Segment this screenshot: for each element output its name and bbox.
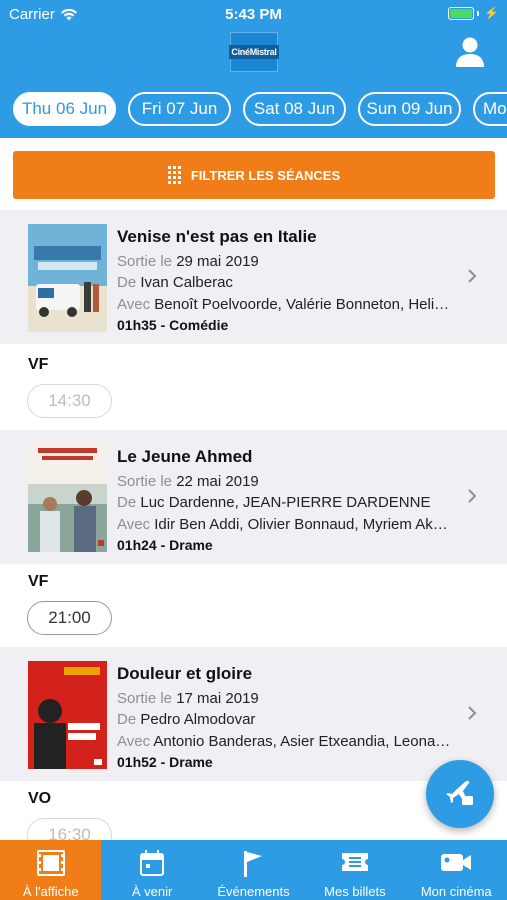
bottom-tab-bar: À l'affiche À venir Événements Mes bille… bbox=[0, 840, 507, 900]
tab-events[interactable]: Événements bbox=[203, 840, 304, 900]
movie-duration-genre: 01h52 - Drame bbox=[117, 754, 213, 770]
movie-release: Sortie le 17 mai 2019 bbox=[117, 690, 259, 707]
calendar-icon bbox=[140, 850, 165, 876]
date-tab-sun[interactable]: Sun 09 Jun bbox=[358, 92, 461, 126]
movie-title: Le Jeune Ahmed bbox=[117, 447, 253, 466]
tab-label: À venir bbox=[131, 884, 173, 899]
date-tab-mon[interactable]: Mon bbox=[473, 92, 507, 126]
movie-list[interactable]: Venise n'est pas en Italie Sortie le 29 … bbox=[0, 210, 507, 840]
movie-poster bbox=[28, 224, 107, 332]
movie-release: Sortie le 29 mai 2019 bbox=[117, 253, 259, 270]
movie-cast: Avec Benoît Poelvoorde, Valérie Bonneton… bbox=[117, 296, 450, 313]
tab-now-showing[interactable]: À l'affiche bbox=[0, 840, 102, 900]
movie-title: Venise n'est pas en Italie bbox=[117, 227, 317, 246]
movie-poster bbox=[28, 661, 107, 769]
cinema-logo: CinéMistral bbox=[229, 32, 279, 72]
showtime-button[interactable]: 14:30 bbox=[27, 384, 112, 418]
user-account-icon[interactable] bbox=[455, 36, 485, 68]
chevron-right-icon bbox=[468, 489, 477, 503]
movie-director: De Ivan Calberac bbox=[117, 274, 233, 291]
movie-duration-genre: 01h35 - Comédie bbox=[117, 317, 229, 333]
movie-poster bbox=[28, 444, 107, 552]
movie-card[interactable]: Le Jeune Ahmed Sortie le 22 mai 2019 De … bbox=[0, 430, 507, 564]
tab-label: À l'affiche bbox=[22, 884, 79, 899]
camera-icon bbox=[441, 854, 472, 871]
movie-cast: Avec Antonio Banderas, Asier Etxeandia, … bbox=[117, 733, 451, 750]
movie-cast: Avec Idir Ben Addi, Olivier Bonnaud, Myr… bbox=[117, 516, 448, 533]
tab-coming-soon[interactable]: À venir bbox=[101, 840, 202, 900]
grid-icon bbox=[167, 165, 183, 185]
movie-director: De Luc Dardenne, JEAN-PIERRE DARDENNE bbox=[117, 494, 431, 511]
filter-sessions-button[interactable]: FILTRER LES SÉANCES bbox=[13, 151, 495, 199]
version-label: VF bbox=[28, 573, 49, 590]
movie-title: Douleur et gloire bbox=[117, 664, 253, 683]
chevron-right-icon bbox=[468, 706, 477, 720]
app-header: Carrier 5:43 PM ⚡ CinéMistral Thu 06 Jun… bbox=[0, 0, 507, 138]
date-selector: Thu 06 Jun Fri 07 Jun Sat 08 Jun Sun 09 … bbox=[0, 92, 507, 128]
movie-duration-genre: 01h24 - Drame bbox=[117, 537, 213, 553]
film-icon bbox=[36, 850, 65, 876]
version-label: VF bbox=[28, 356, 49, 373]
showtime-button[interactable]: 16:30 bbox=[27, 818, 112, 840]
clock: 5:43 PM bbox=[225, 6, 282, 23]
tab-my-cinema[interactable]: Mon cinéma bbox=[406, 840, 507, 900]
tab-my-tickets[interactable]: Mes billets bbox=[304, 840, 405, 900]
movie-release: Sortie le 22 mai 2019 bbox=[117, 473, 259, 490]
date-tab-sat[interactable]: Sat 08 Jun bbox=[243, 92, 346, 126]
version-label: VO bbox=[28, 790, 52, 807]
status-bar: Carrier 5:43 PM ⚡ bbox=[0, 0, 507, 30]
tab-label: Mon cinéma bbox=[420, 884, 492, 899]
movie-director: De Pedro Almodovar bbox=[117, 711, 256, 728]
filter-label: FILTRER LES SÉANCES bbox=[190, 167, 341, 183]
showtime-button[interactable]: 21:00 bbox=[27, 601, 112, 635]
plane-ticket-icon bbox=[446, 780, 473, 805]
battery-icon: ⚡ bbox=[448, 6, 499, 20]
tab-label: Mes billets bbox=[324, 884, 386, 899]
ticket-icon bbox=[341, 853, 368, 871]
movie-card[interactable]: Douleur et gloire Sortie le 17 mai 2019 … bbox=[0, 647, 507, 781]
movie-card[interactable]: Venise n'est pas en Italie Sortie le 29 … bbox=[0, 210, 507, 344]
date-tab-thu[interactable]: Thu 06 Jun bbox=[13, 92, 116, 126]
tab-label: Événements bbox=[217, 884, 290, 899]
chevron-right-icon bbox=[468, 269, 477, 283]
floating-action-button[interactable] bbox=[426, 760, 494, 828]
date-tab-fri[interactable]: Fri 07 Jun bbox=[128, 92, 231, 126]
flag-icon bbox=[244, 851, 263, 877]
